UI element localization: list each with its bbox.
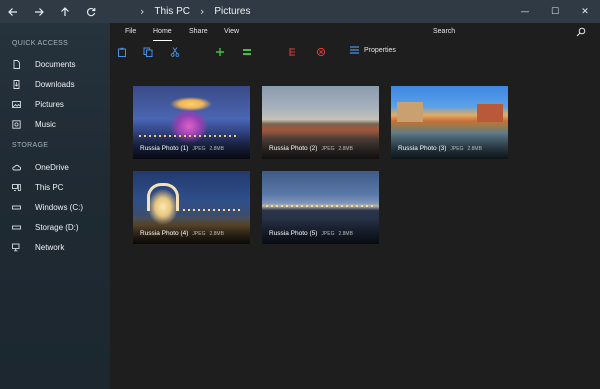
file-thumbnail[interactable]: Russia Photo (1) JPEG 2.8MB <box>133 86 250 159</box>
sidebar-item-network[interactable]: Network <box>0 237 110 257</box>
file-thumbnail[interactable]: Russia Photo (2) JPEG 2.8MB <box>262 86 379 159</box>
back-button[interactable] <box>0 0 26 23</box>
tab-file[interactable]: File <box>125 23 136 41</box>
maximize-button[interactable]: ☐ <box>540 0 570 23</box>
new-item-button[interactable] <box>214 46 226 58</box>
music-icon <box>11 119 21 129</box>
file-thumbnail[interactable]: Russia Photo (3) JPEG 2.8MB <box>391 86 508 159</box>
ribbon-menu: File Home Share View Search <box>110 23 600 41</box>
breadcrumb-pictures[interactable]: Pictures <box>214 6 250 17</box>
file-type: JPEG <box>321 231 335 237</box>
select-all-button[interactable] <box>241 46 253 58</box>
up-button[interactable] <box>52 0 78 23</box>
file-name: Russia Photo (4) <box>140 230 189 237</box>
computer-icon <box>11 182 21 192</box>
cloud-icon <box>11 162 21 172</box>
file-type: JPEG <box>192 231 206 237</box>
file-name: Russia Photo (2) <box>269 145 318 152</box>
tab-home[interactable]: Home <box>153 23 172 41</box>
main-pane: File Home Share View Search Properties R… <box>110 23 600 389</box>
file-type: JPEG <box>450 146 464 152</box>
file-name: Russia Photo (5) <box>269 230 318 237</box>
sidebar-item-label: This PC <box>35 182 64 192</box>
refresh-icon <box>86 7 96 16</box>
toolbar: Properties <box>110 41 600 63</box>
sidebar-item-storage-d[interactable]: Storage (D:) <box>0 217 110 237</box>
cut-button[interactable] <box>169 46 181 58</box>
breadcrumb: › This PC › Pictures <box>130 5 251 18</box>
file-thumbnail[interactable]: Russia Photo (4) JPEG 2.8MB <box>133 171 250 244</box>
sidebar-item-music[interactable]: Music <box>0 114 110 134</box>
title-bar: › This PC › Pictures — ☐ ✕ <box>0 0 600 23</box>
document-icon <box>11 59 21 69</box>
sidebar-item-pictures[interactable]: Pictures <box>0 94 110 114</box>
window-controls: — ☐ ✕ <box>510 0 600 23</box>
delete-icon <box>316 47 326 57</box>
chevron-right-icon: › <box>199 5 205 18</box>
file-type: JPEG <box>192 146 206 152</box>
tab-view[interactable]: View <box>224 23 239 41</box>
drive-icon <box>11 222 21 232</box>
download-icon <box>11 79 21 89</box>
file-size: 2.8MB <box>467 146 482 152</box>
storage-heading: STORAGE <box>12 142 49 149</box>
refresh-button[interactable] <box>78 0 104 23</box>
cut-icon <box>170 47 180 57</box>
search-icon[interactable] <box>576 27 586 37</box>
file-size: 2.8MB <box>338 146 353 152</box>
file-size: 2.8MB <box>209 146 224 152</box>
properties-label: Properties <box>364 46 396 54</box>
delete-button[interactable] <box>315 46 327 58</box>
sidebar-item-label: Music <box>35 119 56 129</box>
sidebar-item-label: OneDrive <box>35 162 69 172</box>
paste-icon <box>118 47 126 57</box>
breadcrumb-this-pc[interactable]: This PC <box>154 6 190 17</box>
properties-button[interactable]: Properties <box>350 46 396 54</box>
sidebar-item-label: Storage (D:) <box>35 222 79 232</box>
back-arrow-icon <box>8 7 17 16</box>
sidebar-item-onedrive[interactable]: OneDrive <box>0 157 110 177</box>
search-input[interactable]: Search <box>433 23 455 41</box>
sidebar: QUICK ACCESS Documents Downloads Picture… <box>0 23 110 389</box>
forward-arrow-icon <box>35 7 44 16</box>
picture-icon <box>11 99 21 109</box>
file-size: 2.8MB <box>209 231 224 237</box>
navigation-buttons <box>0 0 110 23</box>
drive-icon <box>11 202 21 212</box>
properties-icon <box>350 46 359 54</box>
rename-icon <box>289 48 295 56</box>
network-icon <box>11 242 21 252</box>
sidebar-item-label: Downloads <box>35 79 75 89</box>
sidebar-item-label: Network <box>35 242 65 252</box>
sidebar-item-this-pc[interactable]: This PC <box>0 177 110 197</box>
file-thumbnail[interactable]: Russia Photo (5) JPEG 2.8MB <box>262 171 379 244</box>
sidebar-item-windows-c[interactable]: Windows (C:) <box>0 197 110 217</box>
file-size: 2.8MB <box>338 231 353 237</box>
chevron-right-icon: › <box>140 5 145 18</box>
forward-button[interactable] <box>26 0 52 23</box>
up-arrow-icon <box>61 6 69 16</box>
file-name: Russia Photo (3) <box>398 145 447 152</box>
quick-access-heading: QUICK ACCESS <box>12 40 69 47</box>
sidebar-item-documents[interactable]: Documents <box>0 54 110 74</box>
sidebar-item-label: Windows (C:) <box>35 202 84 212</box>
file-name: Russia Photo (1) <box>140 145 189 152</box>
rename-button[interactable] <box>287 46 299 58</box>
tab-share[interactable]: Share <box>189 23 208 41</box>
file-type: JPEG <box>321 146 335 152</box>
copy-button[interactable] <box>142 46 154 58</box>
minimize-button[interactable]: — <box>510 0 540 23</box>
close-button[interactable]: ✕ <box>570 0 600 23</box>
new-icon <box>216 48 224 56</box>
sidebar-item-downloads[interactable]: Downloads <box>0 74 110 94</box>
sidebar-item-label: Documents <box>35 59 76 69</box>
select-icon <box>243 49 251 55</box>
sidebar-item-label: Pictures <box>35 99 64 109</box>
copy-icon <box>143 47 153 57</box>
paste-button[interactable] <box>116 46 128 58</box>
